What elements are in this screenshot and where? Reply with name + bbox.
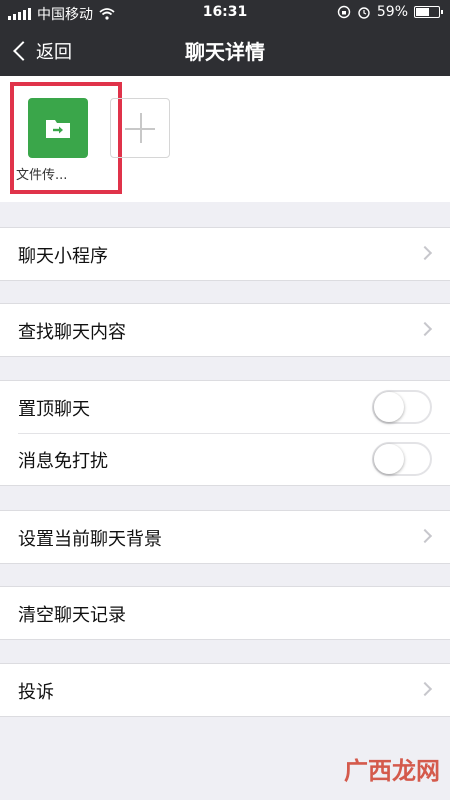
page-title: 聊天详情	[185, 40, 265, 64]
row-label: 置顶聊天	[18, 399, 90, 420]
row-label: 设置当前聊天背景	[18, 529, 162, 550]
highlight-box	[10, 82, 122, 194]
row-mute: 消息免打扰	[0, 433, 450, 485]
chevron-right-icon	[417, 321, 433, 337]
row-pin-chat: 置顶聊天	[0, 381, 450, 433]
row-clear-history[interactable]: 清空聊天记录	[0, 587, 450, 639]
group-report: 投诉	[0, 663, 450, 717]
chevron-right-icon	[417, 681, 433, 697]
group-toggles: 置顶聊天 消息免打扰	[0, 380, 450, 486]
row-report[interactable]: 投诉	[0, 664, 450, 716]
battery-icon	[414, 6, 443, 18]
row-set-background[interactable]: 设置当前聊天背景	[0, 511, 450, 563]
members-section: 文件传...	[0, 76, 450, 202]
row-label: 清空聊天记录	[18, 605, 126, 626]
pin-chat-toggle[interactable]	[372, 390, 432, 424]
row-label: 查找聊天内容	[18, 322, 126, 343]
mute-toggle[interactable]	[372, 442, 432, 476]
nav-bar: 返回 聊天详情	[0, 26, 450, 76]
battery-percent: 59%	[376, 4, 408, 20]
toggle-knob	[374, 444, 404, 474]
group-search: 查找聊天内容	[0, 303, 450, 357]
row-search-chat[interactable]: 查找聊天内容	[0, 304, 450, 356]
toggle-knob	[374, 392, 404, 422]
status-bar: 中国移动 16:31 59%	[0, 0, 450, 26]
group-clear: 清空聊天记录	[0, 586, 450, 640]
row-label: 消息免打扰	[18, 451, 108, 472]
row-label: 聊天小程序	[18, 246, 108, 267]
top-bar: 中国移动 16:31 59% 返回 聊天详情	[0, 0, 450, 76]
group-background: 设置当前聊天背景	[0, 510, 450, 564]
chevron-right-icon	[417, 528, 433, 544]
row-mini-programs[interactable]: 聊天小程序	[0, 228, 450, 280]
add-member-button[interactable]	[110, 98, 170, 158]
alarm-icon	[358, 7, 370, 19]
row-label: 投诉	[18, 682, 54, 703]
group-mini-programs: 聊天小程序	[0, 227, 450, 281]
chevron-right-icon	[417, 245, 433, 261]
watermark: 广西龙网	[344, 757, 440, 785]
rotation-lock-icon	[337, 5, 351, 19]
